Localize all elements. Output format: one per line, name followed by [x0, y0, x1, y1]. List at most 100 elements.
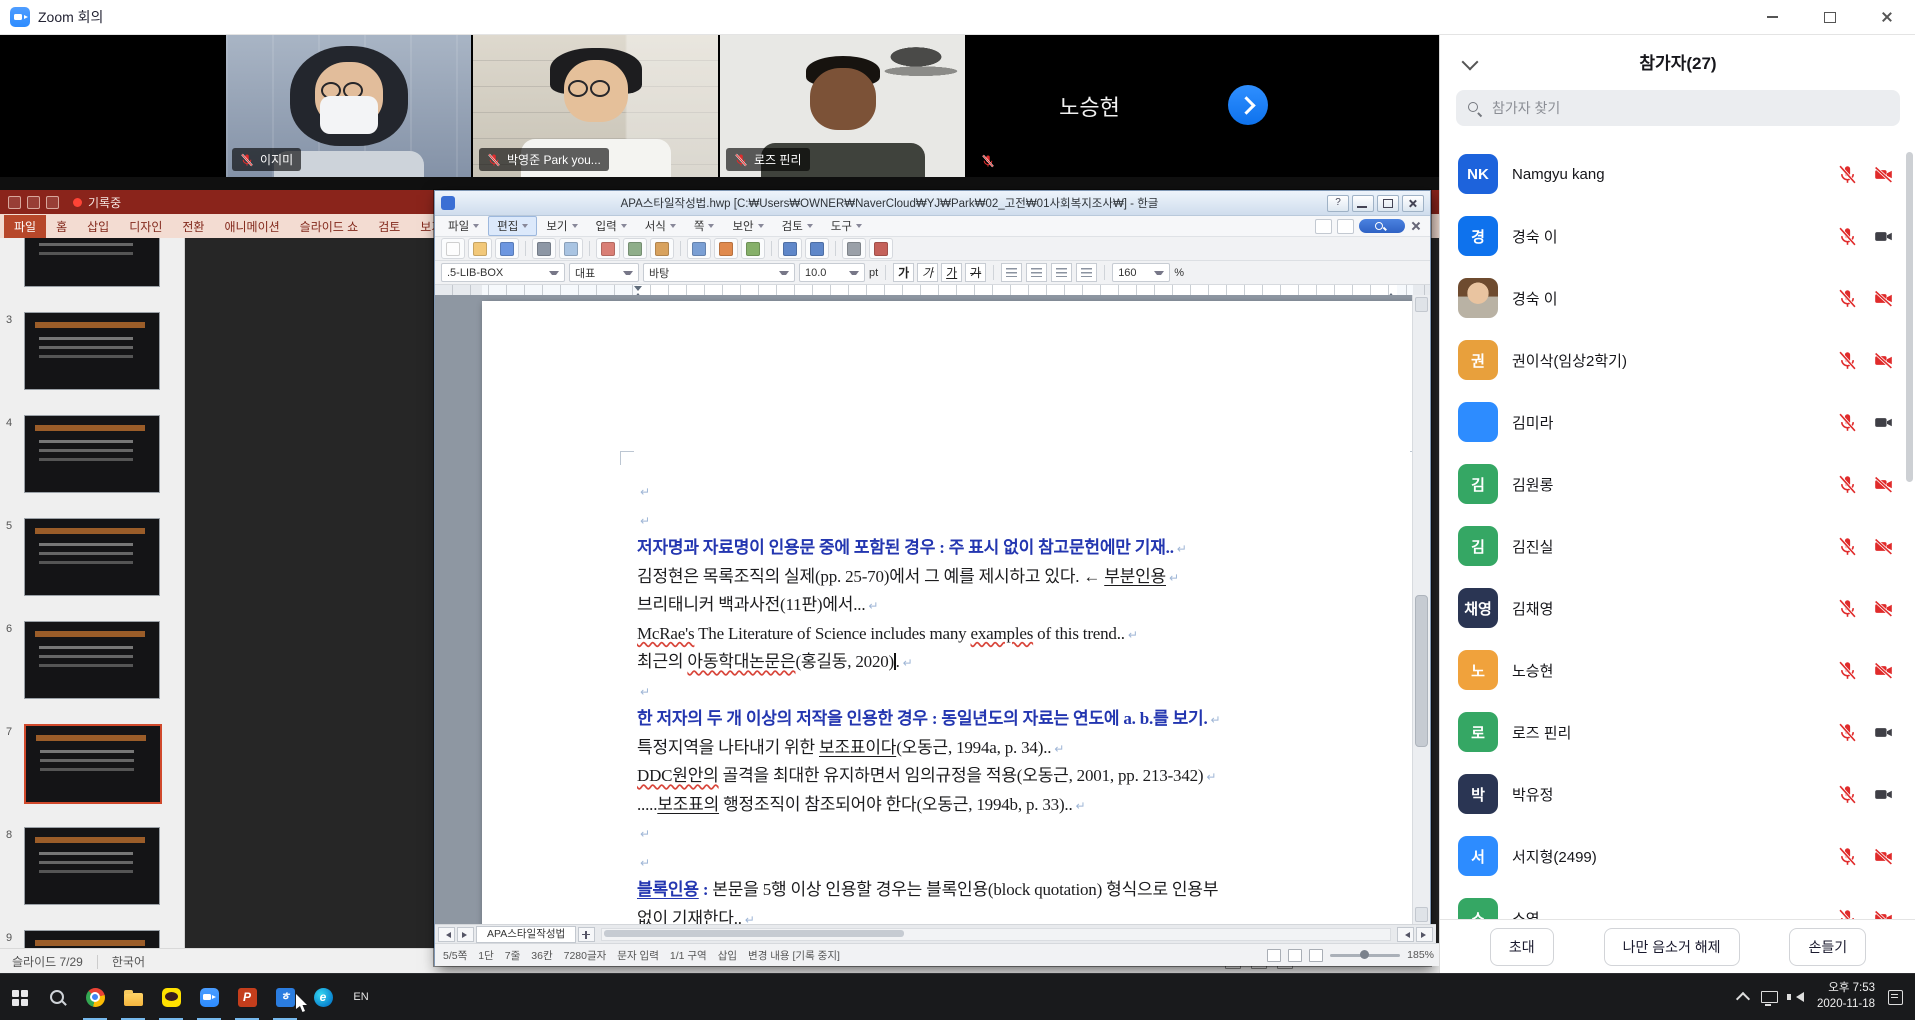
horizontal-scrollbar[interactable]	[601, 928, 1391, 941]
close-button[interactable]	[1858, 0, 1915, 34]
display-icon[interactable]	[1761, 991, 1778, 1003]
char-format-button[interactable]: 가	[893, 263, 914, 282]
char-format-button[interactable]: 가	[917, 263, 938, 282]
scroll-up-button[interactable]	[1415, 297, 1428, 312]
hwp-menu-item[interactable]: 도구	[822, 216, 871, 236]
video-tile[interactable]: 로즈 핀리 로즈 핀리	[720, 34, 965, 177]
toolbar-icon[interactable]	[495, 238, 519, 259]
slide-thumbnail[interactable]: 5	[6, 509, 180, 612]
panel-button[interactable]: 손들기	[1789, 928, 1866, 966]
taskbar-icon[interactable]	[152, 974, 190, 1020]
save-icon[interactable]	[8, 196, 21, 209]
volume-icon[interactable]	[1791, 992, 1804, 1002]
scroll-left-button[interactable]	[1397, 927, 1414, 942]
hwp-restore-button[interactable]	[1377, 195, 1399, 212]
slide-thumbnail[interactable]: 9	[6, 921, 180, 948]
hwp-menu-item[interactable]: 보안	[723, 216, 772, 236]
redo-icon[interactable]	[46, 196, 59, 209]
toolbar-icon[interactable]	[778, 238, 802, 259]
page-view-icon[interactable]	[1288, 949, 1302, 962]
ppt-menu-item[interactable]: 삽입	[77, 215, 119, 238]
toolbar-icon[interactable]	[441, 238, 465, 259]
toolbar-icon[interactable]	[805, 238, 829, 259]
hwp-minimize-button[interactable]	[1352, 195, 1374, 212]
toolbar-icon[interactable]	[869, 238, 893, 259]
font-select[interactable]: 바탕	[643, 263, 795, 282]
taskbar-icon[interactable]	[190, 974, 228, 1020]
page-view-icon[interactable]	[1267, 949, 1281, 962]
participant-row[interactable]: 노 노승현	[1440, 639, 1915, 701]
hwp-menu-item[interactable]: 파일	[439, 216, 488, 236]
taskbar-icon[interactable]	[228, 974, 266, 1020]
line-spacing-select[interactable]: 160	[1112, 263, 1170, 282]
video-tile[interactable]: 노승현 노승현	[967, 34, 1212, 177]
document-tab[interactable]: APA스타일작성법	[476, 926, 576, 943]
participant-row[interactable]: 경숙 이	[1440, 267, 1915, 329]
char-format-button[interactable]: 가	[965, 263, 986, 282]
hwp-zoom-slider[interactable]	[1330, 954, 1400, 957]
toolbar-icon[interactable]	[623, 238, 647, 259]
toolbar-icon[interactable]	[771, 241, 772, 256]
participant-row[interactable]: 채영 김채영	[1440, 577, 1915, 639]
chevron-down-icon[interactable]	[1462, 54, 1479, 71]
document-page[interactable]: ↵ ↵ 저자명과 자료명이 인용문 중에 포함된 경우 : 주 표시 없이 참고…	[482, 301, 1413, 924]
hidden-icons-chevron[interactable]	[1736, 992, 1750, 1006]
align-justify-button[interactable]	[1076, 263, 1097, 282]
participant-row[interactable]: 김미라	[1440, 391, 1915, 453]
quick-search[interactable]	[1359, 219, 1405, 233]
ppt-menu-item[interactable]: 파일	[4, 215, 46, 238]
toolbar-icon[interactable]	[468, 238, 492, 259]
ppt-menu-item[interactable]: 애니메이션	[214, 215, 289, 238]
participant-row[interactable]: 박 박유정	[1440, 763, 1915, 825]
toolbar-icon[interactable]	[842, 238, 866, 259]
doc-close-icon[interactable]	[1410, 220, 1422, 232]
participant-row[interactable]: 권 권이삭(임상2학기)	[1440, 329, 1915, 391]
ppt-menu-item[interactable]: 홈	[46, 215, 77, 238]
participant-row[interactable]: 김 김원롱	[1440, 453, 1915, 515]
slide-thumbnail[interactable]: 3	[6, 303, 180, 406]
char-format-button[interactable]: 가	[941, 263, 962, 282]
participant-row[interactable]: NK Namgyu kang	[1440, 143, 1915, 205]
taskbar-icon[interactable]	[76, 974, 114, 1020]
prev-tab-button[interactable]	[438, 927, 455, 942]
help-button[interactable]	[1327, 195, 1349, 212]
taskbar-icon[interactable]	[304, 974, 342, 1020]
hwp-zoom-knob[interactable]	[1360, 950, 1369, 959]
hwp-menu-item[interactable]: 입력	[587, 216, 636, 236]
participant-row[interactable]: 김 김진실	[1440, 515, 1915, 577]
align-right-button[interactable]	[1051, 263, 1072, 282]
toolbar-icon[interactable]	[525, 241, 526, 256]
align-center-button[interactable]	[1026, 263, 1047, 282]
taskbar-clock[interactable]: 오후 7:53 2020-11-18	[1817, 981, 1875, 1012]
hwp-menu-item[interactable]: 편집	[488, 216, 537, 236]
ppt-menu-item[interactable]: 슬라이드 쇼	[290, 215, 369, 238]
style-select[interactable]: .5-LIB-BOX	[441, 263, 565, 282]
toolbar-icon[interactable]	[687, 238, 711, 259]
ppt-menu-item[interactable]: 검토	[368, 215, 410, 238]
video-tile[interactable]: 박영준 Park you... 박영준 Park you...	[473, 34, 718, 177]
video-tile[interactable]: 이지미 이지미	[226, 34, 471, 177]
toolbar-icon[interactable]	[835, 241, 836, 256]
scrollbar-thumb[interactable]	[1415, 595, 1428, 747]
slide-thumbnail[interactable]: 4	[6, 406, 180, 509]
hwp-menu-item[interactable]: 서식	[636, 216, 685, 236]
scroll-right-button[interactable]	[1416, 927, 1433, 942]
toolbar-icon[interactable]	[559, 238, 583, 259]
hscroll-thumb[interactable]	[604, 930, 904, 937]
next-tab-button[interactable]	[457, 927, 474, 942]
notification-center-icon[interactable]	[1888, 990, 1903, 1005]
hwp-menu-item[interactable]: 쪽	[685, 216, 724, 236]
preset-select[interactable]: 대표	[569, 263, 639, 282]
undo-icon[interactable]	[27, 196, 40, 209]
participant-row[interactable]: 서 서지형(2499)	[1440, 825, 1915, 887]
toolbar-icon[interactable]	[680, 241, 681, 256]
toolbar-icon[interactable]	[714, 238, 738, 259]
search-input[interactable]	[1490, 99, 1888, 117]
taskbar-icon[interactable]	[0, 974, 38, 1020]
taskbar-icon[interactable]: EN	[342, 974, 380, 1020]
hwp-menu-item[interactable]: 보기	[537, 216, 586, 236]
slide-thumbnail[interactable]: 8	[6, 818, 180, 921]
panel-button[interactable]: 초대	[1490, 928, 1554, 966]
hwp-close-button[interactable]	[1402, 195, 1424, 212]
participant-row[interactable]: 경 경숙 이	[1440, 205, 1915, 267]
